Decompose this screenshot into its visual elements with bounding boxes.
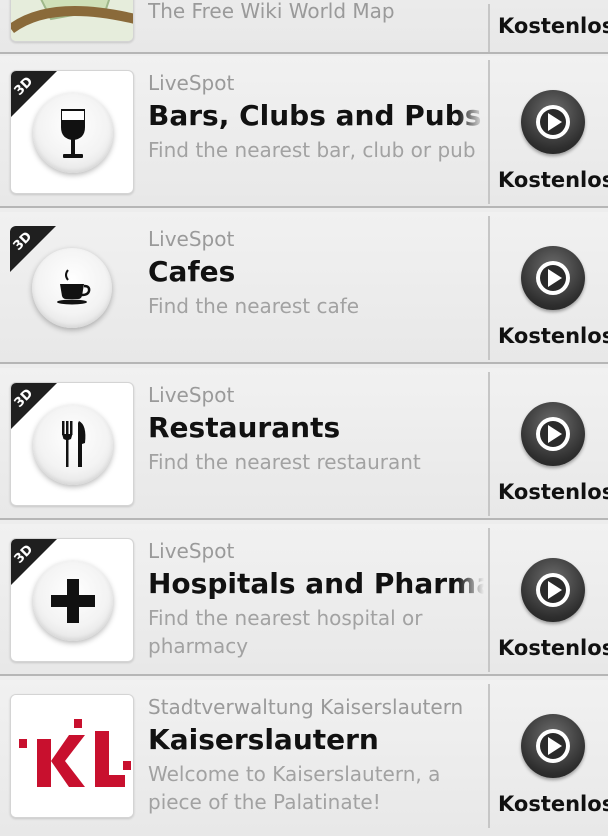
app-title: Kaiserslautern [148,723,379,756]
app-list-item[interactable]: 3D LiveSpot Cafes Find the nearest cafe … [0,212,608,364]
app-list-item[interactable]: Stadtverwaltung Kaiserslautern Kaisersla… [0,680,608,836]
app-list-item[interactable]: 3D LiveSpot Hospitals and Pharmacies Fin… [0,524,608,676]
app-thumbnail: 3D [10,538,134,662]
app-developer: LiveSpot [148,383,235,407]
app-title: Cafes [148,255,236,288]
price-label: Kostenlos [498,14,608,38]
app-info: Stadtverwaltung Kaiserslautern Kaisersla… [148,694,484,816]
app-title: Restaurants [148,411,341,444]
app-info: LiveSpot Bars, Clubs and Pubs Find the n… [148,70,484,164]
app-info: LiveSpot Restaurants Find the nearest re… [148,382,484,476]
kl-logo-icon [11,695,133,817]
app-developer: LiveSpot [148,71,235,95]
app-description: Find the nearest restaurant [148,450,421,474]
play-button[interactable] [521,90,585,154]
app-info: LiveSpot Hospitals and Pharmacies Find t… [148,538,484,660]
price-label: Kostenlos [498,792,608,816]
app-description: Find the nearest cafe [148,294,360,318]
app-list-item[interactable]: The Free Wiki World Map Kostenlos [0,0,608,54]
app-thumbnail: 3D [10,382,134,506]
divider [488,528,490,672]
play-icon [536,261,570,295]
map-icon [11,0,133,41]
app-title: Hospitals and Pharmacies [148,567,484,600]
app-description: Welcome to Kaiserslautern, a piece of th… [148,762,441,814]
app-info: The Free Wiki World Map [148,0,484,24]
price-label: Kostenlos [498,168,608,192]
play-icon [536,729,570,763]
divider [488,372,490,516]
divider [488,216,490,360]
divider [488,60,490,204]
app-developer: LiveSpot [148,227,235,251]
play-icon [536,417,570,451]
app-developer: The Free Wiki World Map [148,0,395,23]
play-button[interactable] [521,402,585,466]
play-button[interactable] [521,558,585,622]
app-list-item[interactable]: 3D LiveSpot Restaurants Find the nearest… [0,368,608,520]
divider [488,684,490,828]
app-thumbnail [10,0,134,42]
app-thumbnail: 3D [10,70,134,194]
app-description: Find the nearest bar, club or pub [148,138,476,162]
app-developer: LiveSpot [148,539,235,563]
app-thumbnail [10,694,134,818]
play-button[interactable] [521,714,585,778]
app-title: Bars, Clubs and Pubs [148,99,482,132]
app-info: LiveSpot Cafes Find the nearest cafe [148,226,484,320]
app-list-item[interactable]: 3D LiveSpot Bars, Clubs and Pubs Find th… [0,56,608,208]
divider [488,4,490,52]
price-label: Kostenlos [498,636,608,660]
app-developer: Stadtverwaltung Kaiserslautern [148,695,464,719]
play-button[interactable] [521,246,585,310]
play-icon [536,573,570,607]
app-thumbnail: 3D [10,226,134,350]
price-label: Kostenlos [498,324,608,348]
price-label: Kostenlos [498,480,608,504]
app-description: Find the nearest hospital or pharmacy [148,606,423,658]
play-icon [536,105,570,139]
